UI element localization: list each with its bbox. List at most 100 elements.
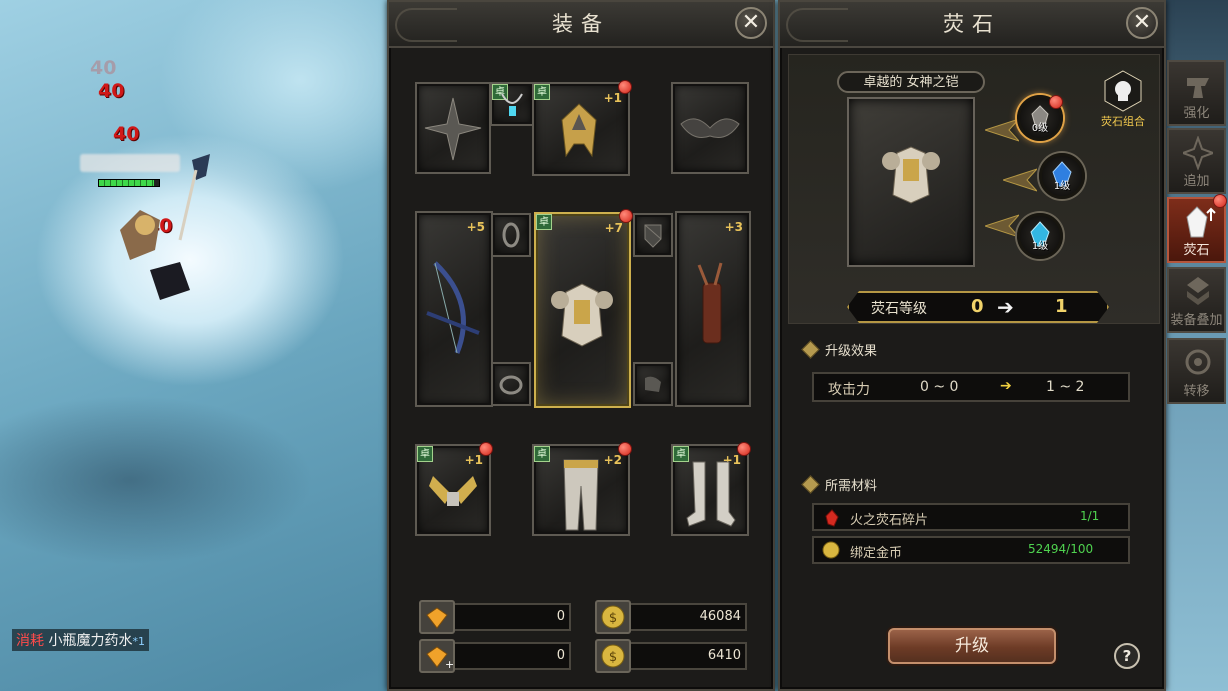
- svg-text:+: +: [445, 658, 453, 671]
- diamond-bullet-icon: [801, 475, 820, 494]
- currency-value: 0: [556, 648, 565, 663]
- currency-coin-bound: $ 6410: [595, 639, 747, 673]
- socket-prong: [985, 214, 1019, 238]
- arrow-right-icon: ➔: [997, 295, 1014, 319]
- slot-boots-small[interactable]: [633, 362, 673, 406]
- gem-socket-1[interactable]: 0级: [1017, 95, 1063, 141]
- slot-ring-top[interactable]: [491, 213, 531, 257]
- wings-icon: [680, 118, 740, 138]
- tab-enhance[interactable]: 强化: [1167, 60, 1226, 126]
- material-name: 火之荧石碎片: [850, 513, 929, 528]
- armor-icon: [882, 146, 940, 204]
- tab-gem[interactable]: 荧石: [1167, 194, 1227, 263]
- selected-item-frame: [847, 97, 975, 267]
- tab-label: 强化: [1183, 106, 1210, 121]
- currency-coin: $ 46084: [595, 600, 747, 634]
- slot-boots[interactable]: 卓 +1: [671, 442, 751, 536]
- bow-icon: [426, 261, 480, 354]
- help-button[interactable]: ?: [1114, 643, 1140, 669]
- damage-number: 40: [113, 123, 140, 145]
- diamond-bullet-icon: [801, 340, 820, 359]
- gold-coin-icon: [822, 541, 840, 559]
- selected-item-name: 卓越的 女神之铠: [837, 71, 985, 93]
- materials-title: 所需材料: [825, 479, 878, 494]
- tab-transfer[interactable]: 转移: [1167, 338, 1226, 404]
- quiver-icon: [697, 262, 723, 344]
- coin-icon: $: [595, 639, 631, 673]
- currency-gem: 0: [419, 600, 571, 634]
- slot-gloves[interactable]: 卓 +1: [415, 442, 493, 536]
- slot-weapon-left[interactable]: [415, 82, 491, 174]
- notification-dot: [1213, 194, 1227, 208]
- slot-quiver[interactable]: +3: [675, 211, 751, 407]
- upgrade-button[interactable]: 升级: [888, 628, 1056, 664]
- ring-icon: [502, 222, 520, 248]
- gem-panel: 荧石 ✕ 卓越的 女神之铠 0级 1级 1级 荧石组合 荧石等级 0 ➔ 1 升…: [778, 0, 1166, 691]
- crystal-icon: [1186, 206, 1216, 238]
- player-character[interactable]: [100, 150, 210, 300]
- tab-append[interactable]: 追加: [1167, 128, 1226, 194]
- anvil-icon: [1187, 78, 1209, 98]
- sword-icon: [424, 97, 482, 161]
- slot-helmet[interactable]: 卓 +1: [532, 80, 632, 176]
- slot-ring-bottom[interactable]: [491, 362, 531, 406]
- gem-socket-3[interactable]: 1级: [1017, 213, 1063, 259]
- gem-level-label: 荧石等级: [871, 301, 927, 317]
- armor-icon: [551, 283, 613, 347]
- shield-icon: [644, 224, 662, 248]
- coin-icon: $: [595, 600, 631, 634]
- slot-shield-small[interactable]: [633, 213, 673, 257]
- equipment-panel-header: 装备 ✕: [389, 2, 773, 48]
- material-name: 绑定金币: [850, 546, 903, 561]
- transfer-icon: [1185, 349, 1211, 375]
- gem-level-bar: 荧石等级 0 ➔ 1: [847, 291, 1109, 323]
- material-row: 绑定金币 52494/100: [812, 536, 1130, 564]
- effect-from: 0 ~ 0: [920, 379, 959, 395]
- effect-section-header: 升级效果: [801, 340, 878, 359]
- stack-icon: [1187, 277, 1209, 305]
- skull-gem-icon: [1104, 70, 1142, 112]
- material-amount: 52494/100: [1028, 542, 1094, 556]
- gem-combo-button[interactable]: 荧石组合: [1095, 69, 1151, 129]
- notification-dot: [1049, 95, 1063, 109]
- ring-icon: [499, 375, 523, 395]
- boot-icon: [645, 376, 661, 392]
- gem-close-button[interactable]: ✕: [1126, 7, 1158, 39]
- close-icon: ✕: [741, 10, 761, 35]
- svg-text:$: $: [609, 650, 617, 665]
- gem-plus-icon: +: [419, 639, 455, 673]
- gem-combo-label: 荧石组合: [1101, 115, 1145, 128]
- boots-icon: [686, 461, 736, 527]
- effect-stat: 攻击力: [828, 382, 870, 398]
- material-row: 火之荧石碎片 1/1: [812, 503, 1130, 531]
- slot-pants[interactable]: 卓 +2: [532, 442, 632, 536]
- effect-title: 升级效果: [825, 344, 878, 359]
- gem-level: 0级: [1031, 123, 1049, 134]
- gem-level-from: 0: [971, 296, 984, 317]
- tab-label: 荧石: [1183, 243, 1210, 258]
- effect-row: 攻击力 0 ~ 0 ➔ 1 ~ 2: [812, 372, 1130, 402]
- close-icon: ✕: [1132, 10, 1152, 35]
- damage-number: 40: [98, 80, 125, 102]
- currency-value: 6410: [707, 648, 741, 663]
- slot-bow[interactable]: +5: [415, 211, 493, 407]
- arrow-right-icon: ➔: [1000, 378, 1012, 394]
- consume-notice: 消耗 小瓶魔力药水*1: [12, 629, 149, 651]
- slot-armor-selected[interactable]: 卓 +7: [534, 209, 633, 408]
- equipment-close-button[interactable]: ✕: [735, 7, 767, 39]
- tab-label: 装备叠加: [1170, 313, 1223, 328]
- effect-to: 1 ~ 2: [1046, 379, 1085, 395]
- gem-level-to: 1: [1055, 296, 1068, 317]
- socket-prong: [1003, 168, 1037, 192]
- tab-equip-stack[interactable]: 装备叠加: [1167, 267, 1226, 333]
- currency-value: 46084: [699, 609, 741, 624]
- damage-number: 40: [90, 57, 117, 79]
- slot-necklace[interactable]: 卓: [490, 82, 534, 126]
- helmet-icon: [561, 103, 597, 158]
- red-shard-icon: [825, 509, 839, 527]
- svg-text:$: $: [609, 611, 617, 626]
- gem-socket-2[interactable]: 1级: [1039, 153, 1085, 199]
- currency-gem-plus: + 0: [419, 639, 571, 673]
- consume-item: 小瓶魔力药水: [48, 633, 133, 649]
- slot-wings[interactable]: [671, 82, 749, 174]
